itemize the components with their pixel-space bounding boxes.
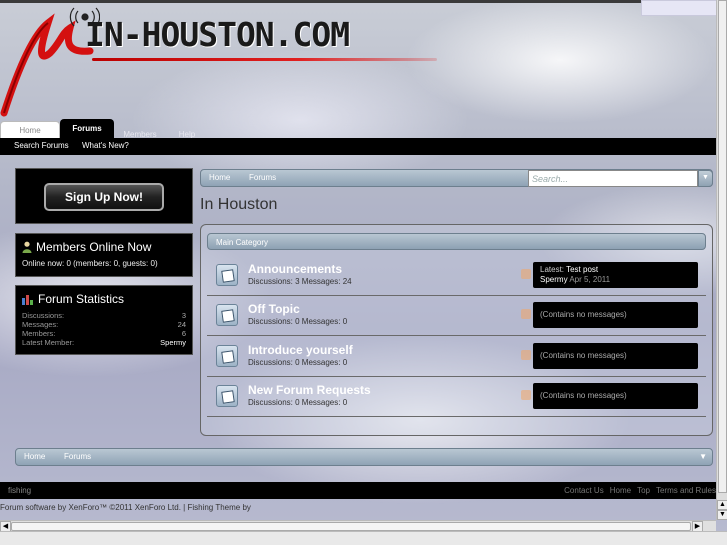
- rss-icon[interactable]: [521, 309, 531, 319]
- bar-chart-icon: [22, 294, 33, 305]
- forum-stats: Discussions: 0 Messages: 0: [248, 398, 348, 407]
- stat-value: 6: [181, 329, 186, 338]
- sub-nav: Search Forums What's New?: [0, 138, 716, 155]
- horizontal-scrollbar[interactable]: ◀ ▶: [0, 520, 716, 532]
- tab-home[interactable]: Home: [0, 121, 60, 138]
- main-nav: Home Forums Members Help: [0, 118, 716, 139]
- last-post-box: (Contains no messages): [533, 383, 698, 409]
- stat-row: Messages: 24: [22, 320, 186, 329]
- last-post-meta: Spermy Apr 5, 2011: [540, 275, 691, 284]
- stat-value: 3: [181, 311, 186, 320]
- last-post-box: Latest: Test post Spermy Apr 5, 2011: [533, 262, 698, 288]
- latest-date: Apr 5, 2011: [569, 275, 611, 284]
- forum-stats-block: Forum Statistics Discussions: 3 Messages…: [15, 285, 193, 355]
- members-online-block: Members Online Now Online now: 0 (member…: [15, 233, 193, 277]
- forum-row: Off Topic Discussions: 0 Messages: 0 (Co…: [207, 296, 706, 336]
- no-messages-text: (Contains no messages): [540, 391, 627, 400]
- scroll-up-icon[interactable]: ▲: [717, 500, 727, 510]
- copyright-text: Forum software by XenForo™ ©2011 XenForo…: [0, 503, 251, 512]
- whats-new-link[interactable]: What's New?: [82, 141, 129, 150]
- breadcrumb-forums[interactable]: Forums: [249, 173, 276, 182]
- stat-row: Latest Member: Spermy: [22, 338, 186, 347]
- forum-stats: Discussions: 0 Messages: 0: [248, 358, 348, 367]
- stat-label: Messages:: [22, 320, 59, 329]
- forum-title[interactable]: Off Topic: [248, 302, 300, 316]
- members-online-header: Members Online Now: [22, 240, 186, 254]
- latest-post-link[interactable]: Test post: [566, 265, 598, 274]
- breadcrumb-bottom: Home Forums ▼: [15, 448, 713, 466]
- latest-user-link[interactable]: Spermy: [540, 275, 568, 284]
- rss-icon[interactable]: [521, 269, 531, 279]
- scroll-down-icon[interactable]: ▼: [717, 510, 727, 520]
- rss-icon[interactable]: [521, 390, 531, 400]
- forum-title[interactable]: New Forum Requests: [248, 383, 371, 397]
- vertical-scrollbar[interactable]: ▲ ▼: [716, 0, 727, 520]
- footer-top-link[interactable]: Top: [637, 486, 650, 495]
- logo-text: IN-HOUSTON.COM: [85, 15, 350, 54]
- category-block: Main Category Announcements Discussions:…: [200, 224, 713, 436]
- search-input[interactable]: [528, 170, 698, 187]
- stat-row: Discussions: 3: [22, 311, 186, 320]
- chevron-down-icon[interactable]: ▼: [699, 452, 707, 461]
- signup-button[interactable]: Sign Up Now!: [44, 183, 164, 211]
- forum-title[interactable]: Announcements: [248, 262, 342, 276]
- page: IN-HOUSTON.COM Home Forums Members Help …: [0, 0, 716, 520]
- last-post-box: (Contains no messages): [533, 343, 698, 369]
- members-online-text: Online now: 0 (members: 0, guests: 0): [22, 259, 158, 268]
- category-header[interactable]: Main Category: [207, 233, 706, 250]
- status-bar: [0, 531, 727, 545]
- forum-title[interactable]: Introduce yourself: [248, 343, 353, 357]
- no-messages-text: (Contains no messages): [540, 310, 627, 319]
- stat-row: Members: 6: [22, 329, 186, 338]
- search-dropdown-icon[interactable]: ▼: [698, 170, 713, 187]
- rss-icon[interactable]: [521, 350, 531, 360]
- footer-links: Contact Us Home Top Terms and Rules: [564, 486, 716, 495]
- stat-label: Discussions:: [22, 311, 65, 320]
- footer-contact-link[interactable]: Contact Us: [564, 486, 604, 495]
- page-title: In Houston: [200, 196, 278, 213]
- forum-node-icon[interactable]: [216, 264, 238, 286]
- forum-node-icon[interactable]: [216, 385, 238, 407]
- stat-label: Members:: [22, 329, 56, 338]
- forum-row: Announcements Discussions: 3 Messages: 2…: [207, 256, 706, 296]
- footer-home-link[interactable]: Home: [610, 486, 631, 495]
- members-online-title: Members Online Now: [36, 240, 152, 254]
- site-logo[interactable]: IN-HOUSTON.COM: [0, 3, 450, 118]
- forum-row: Introduce yourself Discussions: 0 Messag…: [207, 337, 706, 377]
- forum-node-icon[interactable]: [216, 304, 238, 326]
- horizontal-scroll-thumb[interactable]: [11, 522, 691, 531]
- stat-label: Latest Member:: [22, 338, 75, 347]
- style-chooser-link[interactable]: fishing: [8, 486, 31, 495]
- latest-member-link[interactable]: Spermy: [160, 338, 186, 347]
- forum-stats-list: Discussions: 3 Messages: 24 Members: 6 L…: [22, 311, 186, 347]
- forum-row: New Forum Requests Discussions: 0 Messag…: [207, 377, 706, 417]
- no-messages-text: (Contains no messages): [540, 351, 627, 360]
- forum-stats: Discussions: 0 Messages: 0: [248, 317, 348, 326]
- last-post-box: (Contains no messages): [533, 302, 698, 328]
- breadcrumb-home[interactable]: Home: [209, 173, 230, 182]
- signup-block: Sign Up Now!: [15, 168, 193, 224]
- breadcrumb-forums[interactable]: Forums: [64, 452, 91, 461]
- logo-underline: [92, 58, 437, 61]
- tab-forums[interactable]: Forums: [60, 119, 114, 138]
- breadcrumb-home[interactable]: Home: [24, 452, 45, 461]
- forum-node-icon[interactable]: [216, 345, 238, 367]
- search-forums-link[interactable]: Search Forums: [14, 141, 69, 150]
- forum-stats-title: Forum Statistics: [38, 292, 125, 306]
- forum-stats-header: Forum Statistics: [22, 292, 186, 306]
- forum-stats: Discussions: 3 Messages: 24: [248, 277, 352, 286]
- vertical-scroll-thumb[interactable]: [718, 0, 727, 493]
- user-icon: [22, 241, 32, 253]
- last-post-line: Latest: Test post: [540, 265, 691, 274]
- stat-value: 24: [177, 320, 186, 329]
- footer: fishing Contact Us Home Top Terms and Ru…: [0, 482, 716, 499]
- footer-terms-link[interactable]: Terms and Rules: [656, 486, 716, 495]
- latest-label: Latest:: [540, 265, 565, 274]
